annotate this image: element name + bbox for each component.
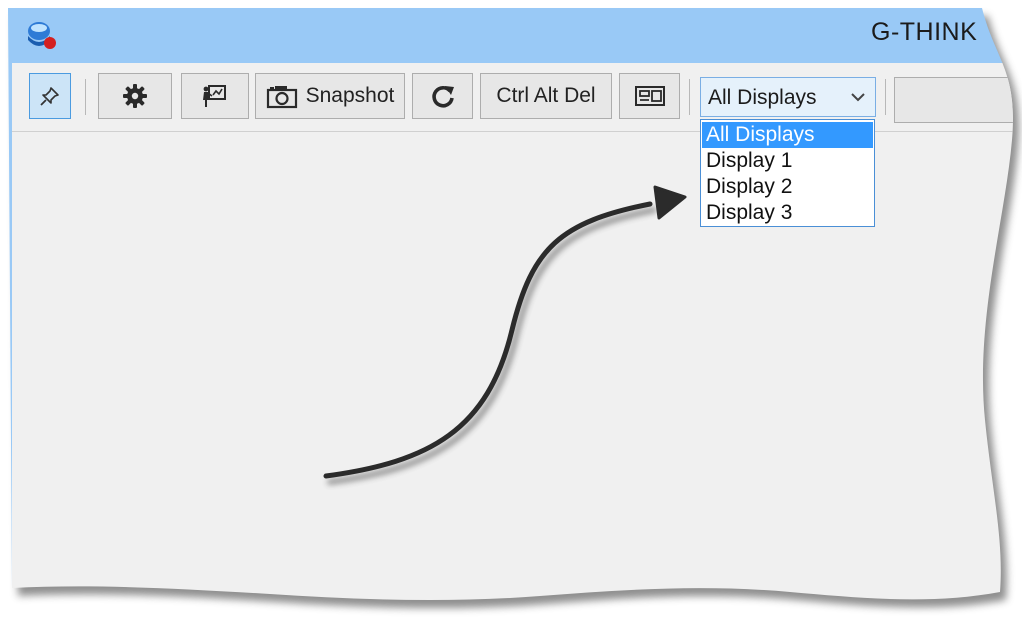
- annotation-arrow: [323, 185, 687, 485]
